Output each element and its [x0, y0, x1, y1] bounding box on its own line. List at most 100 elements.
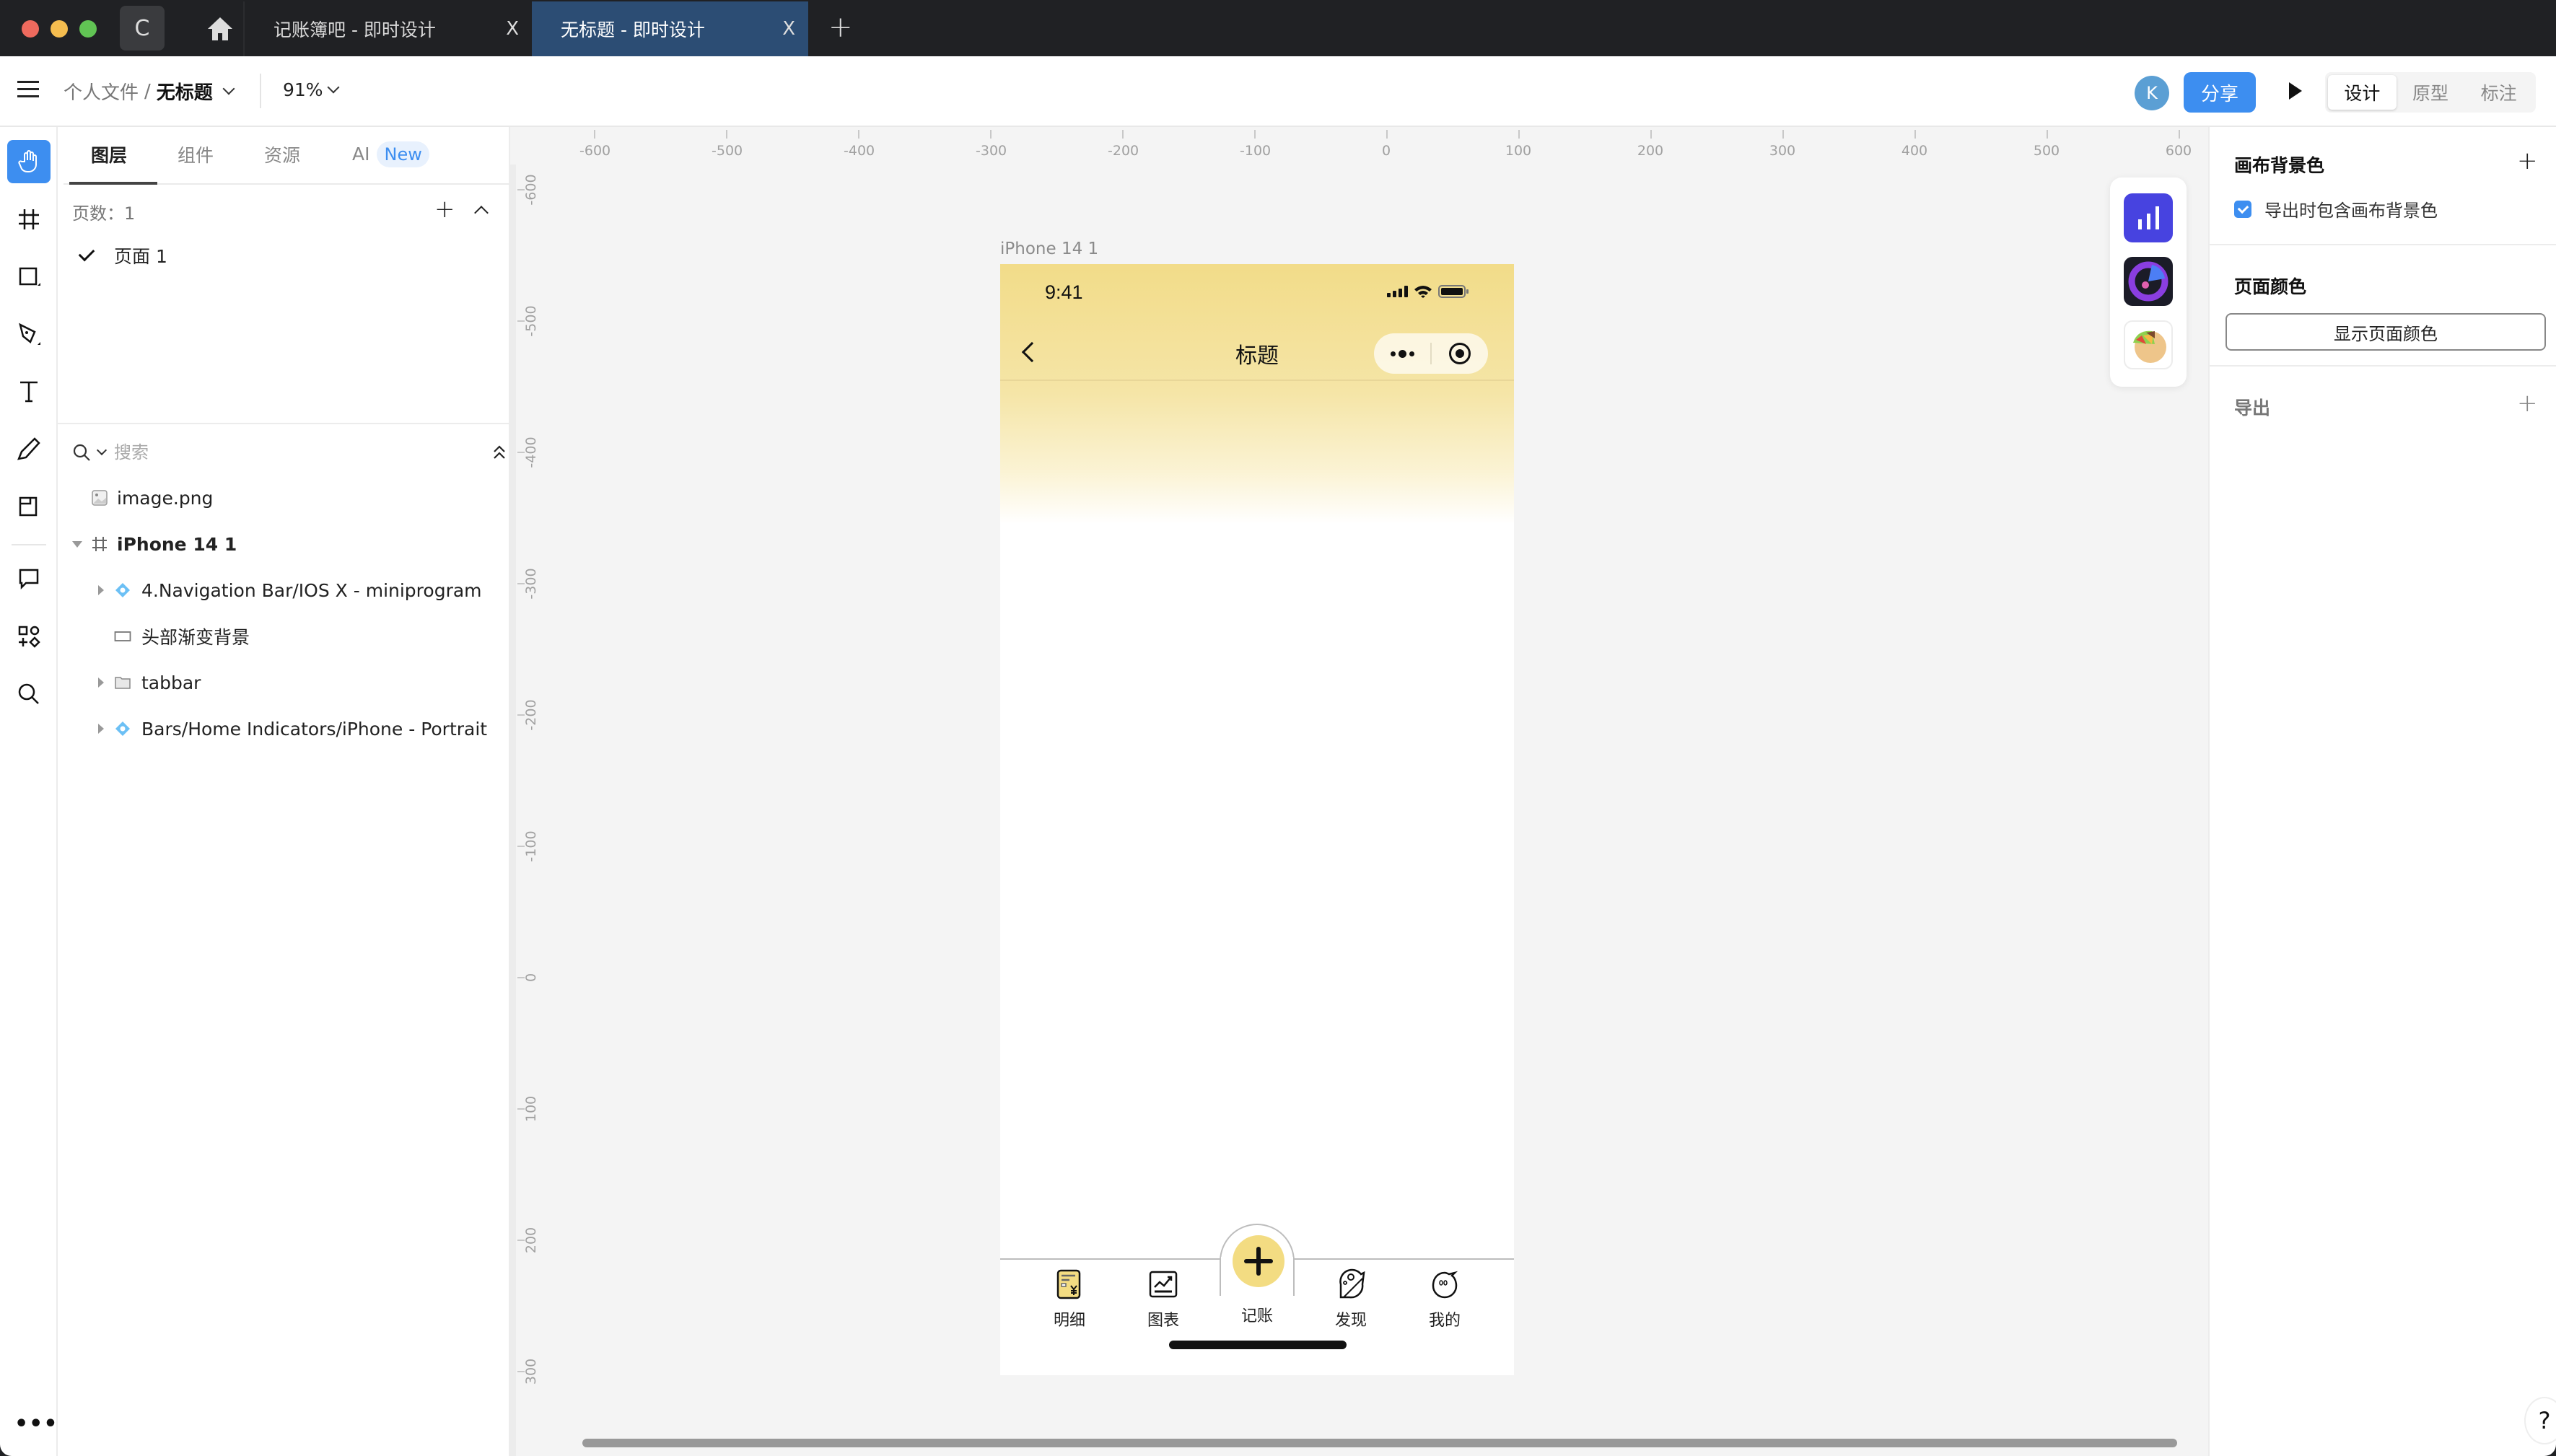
share-button[interactable]: 分享	[2184, 72, 2256, 113]
horizontal-scrollbar[interactable]	[582, 1439, 2177, 1447]
browser-tab[interactable]: 记账簿吧 - 即时设计 X	[243, 1, 532, 56]
new-tab-button[interactable]: +	[828, 13, 853, 42]
tab-annotate[interactable]: 标注	[2464, 75, 2533, 110]
add-canvas-bg-button[interactable]: +	[2517, 149, 2538, 173]
tabbar-label: 明细	[1053, 1312, 1085, 1330]
expand-caret-icon[interactable]	[72, 540, 82, 548]
comment-tool-button[interactable]	[7, 557, 51, 600]
collapse-all-icon[interactable]	[492, 443, 507, 462]
ruler-tick-label: -200	[523, 699, 539, 731]
tabbar-item-charts[interactable]: 图表	[1134, 1268, 1192, 1330]
mode-switcher: 设计 原型 标注	[2325, 72, 2536, 113]
properties-panel: 画布背景色 + 导出时包含画布背景色 页面颜色 显示页面颜色 导出 + ?	[2208, 127, 2556, 1456]
folder-icon	[115, 677, 131, 689]
frame-tool-button[interactable]	[7, 198, 51, 241]
checkbox-checked-icon[interactable]	[2234, 200, 2251, 218]
search-tool-button[interactable]	[7, 672, 51, 716]
expand-caret-icon[interactable]	[98, 724, 104, 734]
tabbar-item-profile[interactable]: 我的	[1416, 1268, 1474, 1330]
search-icon[interactable]	[72, 443, 91, 462]
tab-layers[interactable]: 图层	[91, 141, 127, 167]
profile-face-icon	[1432, 1271, 1458, 1299]
page-name: 页面 1	[114, 246, 167, 267]
pen-tool-button[interactable]	[7, 313, 51, 356]
page-item[interactable]: 页面 1	[78, 240, 167, 271]
help-button[interactable]: ?	[2524, 1397, 2556, 1444]
toolbar-divider	[260, 74, 261, 108]
chevron-down-icon	[327, 81, 340, 93]
ruler-tick-label: -300	[523, 568, 539, 600]
add-record-button[interactable]	[1233, 1235, 1284, 1287]
tab-prototype[interactable]: 原型	[2397, 75, 2465, 110]
taco-plugin-icon[interactable]	[2124, 320, 2173, 369]
window-close-button[interactable]	[22, 20, 39, 38]
iphone-frame[interactable]: 9:41 标题 明细 图表 记账 发现 我的	[1000, 264, 1514, 1375]
file-name[interactable]: 无标题	[157, 78, 213, 105]
pen-nib-icon	[19, 323, 40, 345]
pencil-tool-button[interactable]	[7, 427, 51, 470]
status-icons	[1387, 284, 1469, 299]
chevron-up-icon[interactable]	[474, 206, 489, 220]
hamburger-menu-button[interactable]	[17, 81, 39, 98]
layer-row[interactable]: 4.Navigation Bar/IOS X - miniprogram	[58, 569, 510, 612]
tabbar-item-detail[interactable]: 明细	[1041, 1268, 1098, 1330]
breadcrumb-parent[interactable]: 个人文件	[64, 78, 139, 105]
vertical-ruler: -600 -500 -400 -300 -200 -100 0 100 200 300	[510, 165, 548, 1456]
window-minimize-button[interactable]	[51, 20, 68, 38]
layer-search	[72, 434, 505, 470]
plugins-button[interactable]	[7, 615, 51, 658]
plugin-dock	[2110, 177, 2187, 387]
plugins-icon	[18, 626, 40, 648]
close-target-icon[interactable]	[1432, 343, 1488, 364]
reload-button[interactable]: C	[120, 6, 165, 51]
layer-row[interactable]: image.png	[58, 476, 510, 519]
ruler-tick-label: -400	[844, 143, 875, 159]
shape-tool-button[interactable]	[7, 255, 51, 299]
ruler-tick-label: -100	[523, 830, 539, 862]
add-page-button[interactable]: +	[434, 195, 455, 224]
play-preview-button[interactable]	[2289, 82, 2302, 100]
expand-caret-icon[interactable]	[98, 585, 104, 595]
more-icon[interactable]: •••	[14, 1411, 58, 1437]
pages-count: 页数：1	[72, 203, 136, 224]
ruler-tick	[1914, 130, 1916, 139]
chevron-down-icon[interactable]	[222, 82, 235, 95]
layer-row[interactable]: tabbar	[58, 661, 510, 704]
close-icon[interactable]: X	[506, 18, 519, 40]
frame-label[interactable]: iPhone 14 1	[1000, 240, 1098, 258]
user-avatar[interactable]: K	[2135, 76, 2169, 110]
panel-tabs: 图层 组件 资源 AI New	[64, 127, 510, 185]
design-canvas[interactable]: -600 -500 -400 -300 -200 -100 0 100 200 300 400 500…	[510, 127, 2208, 1456]
zoom-dropdown[interactable]: 91%	[283, 79, 340, 100]
radar-plugin-icon[interactable]	[2124, 257, 2173, 306]
layer-row[interactable]: Bars/Home Indicators/iPhone - Portrait	[58, 707, 510, 750]
hand-icon	[18, 150, 37, 172]
browser-tab-active[interactable]: 无标题 - 即时设计 X	[532, 1, 808, 56]
show-page-color-button[interactable]: 显示页面颜色	[2225, 313, 2546, 351]
text-tool-button[interactable]	[7, 369, 51, 413]
expand-caret-icon[interactable]	[98, 677, 104, 688]
layer-row[interactable]: 头部渐变背景	[58, 615, 510, 658]
bar-chart-plugin-icon[interactable]	[2124, 193, 2173, 242]
home-button[interactable]	[204, 13, 236, 45]
tabbar-item-discover[interactable]: 发现	[1322, 1268, 1380, 1330]
include-bg-checkbox[interactable]: 导出时包含画布背景色	[2234, 196, 2438, 222]
tab-ai[interactable]: AI New	[352, 141, 429, 167]
layer-row[interactable]: iPhone 14 1	[58, 522, 510, 566]
add-export-button[interactable]: +	[2517, 391, 2538, 416]
image-icon	[92, 490, 108, 506]
tab-assets[interactable]: 资源	[264, 141, 300, 167]
tab-design[interactable]: 设计	[2328, 75, 2397, 110]
ruler-tick-label: 200	[1637, 143, 1664, 159]
more-icon[interactable]	[1374, 349, 1430, 358]
tab-components[interactable]: 组件	[178, 141, 214, 167]
slice-tool-button[interactable]	[7, 485, 51, 528]
chevron-down-icon[interactable]	[96, 444, 108, 456]
window-maximize-button[interactable]	[79, 20, 97, 38]
nav-divider	[1000, 380, 1514, 381]
close-icon[interactable]: X	[782, 18, 795, 40]
tabbar-label: 记账	[1240, 1307, 1273, 1325]
tabbar-label: 发现	[1334, 1312, 1367, 1330]
layer-search-input[interactable]	[114, 442, 403, 462]
hand-tool-button[interactable]	[7, 140, 51, 183]
